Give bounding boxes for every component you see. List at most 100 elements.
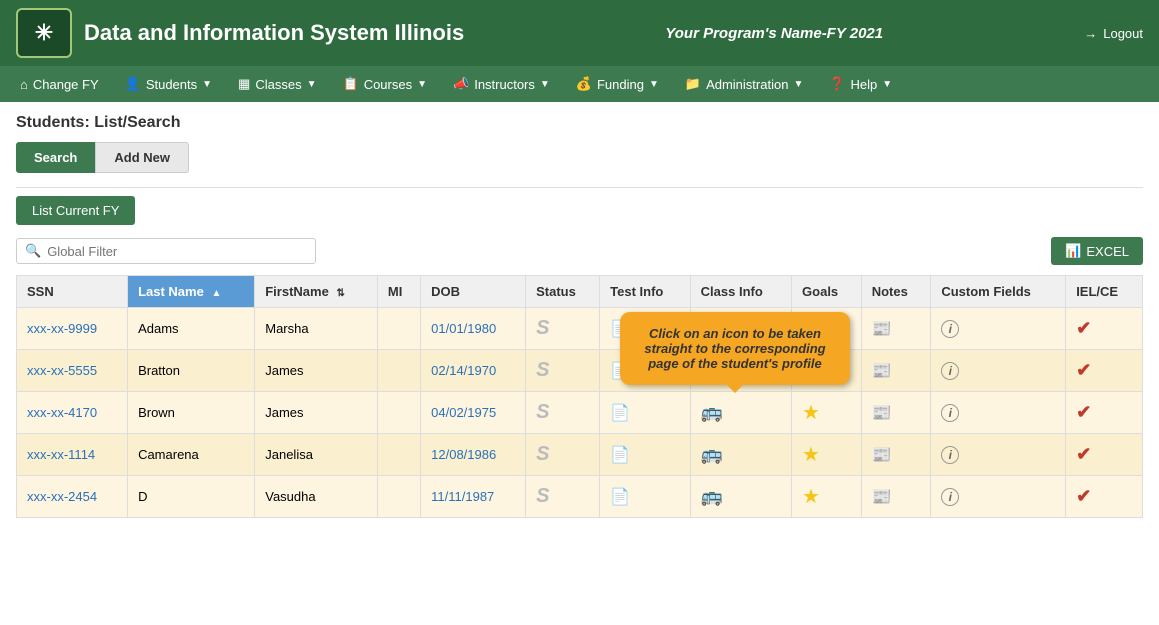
cell-testinfo: 📄 [600,476,690,518]
ielce-icon[interactable]: ✔ [1076,360,1091,380]
classinfo-icon[interactable]: 🚌 [701,486,723,507]
search-row: 🔍 📊 EXCEL [16,237,1143,265]
cell-customfields: i [931,392,1066,434]
status-icon[interactable]: S [536,317,549,339]
notes-icon[interactable]: 📰 [872,361,892,381]
col-ielce[interactable]: IEL/CE [1066,276,1143,308]
add-new-button[interactable]: Add New [95,142,189,173]
ssn-link[interactable]: xxx-xx-2454 [27,489,97,504]
notes-icon[interactable]: 📰 [872,487,892,507]
cell-goals: ★ [792,476,862,518]
instructors-icon: 📣 [453,76,469,92]
chevron-down-icon: ▼ [307,79,317,90]
nav-item-funding[interactable]: 💰 Funding ▼ [564,66,671,102]
ielce-icon[interactable]: ✔ [1076,486,1091,506]
ssn-link[interactable]: xxx-xx-9999 [27,321,97,336]
chevron-down-icon: ▼ [649,79,659,90]
search-input[interactable] [47,244,307,259]
goals-icon[interactable]: ★ [802,444,820,466]
customfields-icon[interactable]: i [941,488,959,506]
search-button[interactable]: Search [16,142,95,173]
col-mi[interactable]: MI [377,276,420,308]
search-input-wrap[interactable]: 🔍 [16,238,316,264]
col-lastname[interactable]: Last Name ▲ [128,276,255,308]
cell-firstname: James [255,350,378,392]
ssn-link[interactable]: xxx-xx-4170 [27,405,97,420]
col-notes[interactable]: Notes [861,276,931,308]
col-goals[interactable]: Goals [792,276,862,308]
nav-item-students[interactable]: 👤 Students ▼ [113,66,224,102]
cell-ielce: ✔ [1066,434,1143,476]
status-icon[interactable]: S [536,359,549,381]
cell-mi [377,476,420,518]
cell-lastname: Camarena [128,434,255,476]
cell-dob: 11/11/1987 [421,476,526,518]
classinfo-icon[interactable]: 🚌 [701,444,723,465]
nav-item-changefy[interactable]: ⌂ Change FY [8,67,111,102]
testinfo-icon[interactable]: 📄 [610,403,630,423]
status-icon[interactable]: S [536,401,549,423]
customfields-icon[interactable]: i [941,404,959,422]
nav-item-instructors[interactable]: 📣 Instructors ▼ [441,66,562,102]
col-ssn[interactable]: SSN [17,276,128,308]
col-classinfo[interactable]: Class Info [690,276,791,308]
students-table: SSN Last Name ▲ FirstName ⇅ MI DOB Statu… [16,275,1143,518]
logout-button[interactable]: → Logout [1084,26,1143,41]
customfields-icon[interactable]: i [941,362,959,380]
nav-item-courses[interactable]: 📋 Courses ▼ [331,66,440,102]
status-icon[interactable]: S [536,485,549,507]
logout-label[interactable]: Logout [1103,26,1143,41]
col-testinfo[interactable]: Test Info [600,276,690,308]
excel-button[interactable]: 📊 EXCEL [1051,237,1143,265]
testinfo-icon[interactable]: 📄 [610,487,630,507]
customfields-icon[interactable]: i [941,320,959,338]
ielce-icon[interactable]: ✔ [1076,444,1091,464]
nav-item-classes[interactable]: ▦ Classes ▼ [226,66,328,102]
excel-icon: 📊 [1065,243,1081,259]
ielce-icon[interactable]: ✔ [1076,318,1091,338]
ssn-link[interactable]: xxx-xx-1114 [27,447,95,462]
col-customfields[interactable]: Custom Fields [931,276,1066,308]
list-current-fy-button[interactable]: List Current FY [16,196,135,225]
cell-dob: 12/08/1986 [421,434,526,476]
chevron-down-icon: ▼ [540,79,550,90]
col-status[interactable]: Status [526,276,600,308]
cell-testinfo: 📄 [600,392,690,434]
logo: ✳ [16,8,72,58]
goals-icon[interactable]: ★ [802,402,820,424]
cell-dob: 01/01/1980 [421,308,526,350]
cell-ssn: xxx-xx-1114 [17,434,128,476]
status-icon[interactable]: S [536,443,549,465]
cell-testinfo: 📄 [600,434,690,476]
app-title: Data and Information System Illinois [84,20,464,46]
cell-lastname: D [128,476,255,518]
cell-status: S [526,434,600,476]
col-firstname[interactable]: FirstName ⇅ [255,276,378,308]
testinfo-icon[interactable]: 📄 [610,445,630,465]
ielce-icon[interactable]: ✔ [1076,402,1091,422]
ssn-link[interactable]: xxx-xx-5555 [27,363,97,378]
header-left: ✳ Data and Information System Illinois [16,8,464,58]
notes-icon[interactable]: 📰 [872,445,892,465]
cell-status: S [526,350,600,392]
logout-icon: → [1084,26,1097,41]
goals-icon[interactable]: ★ [802,486,820,508]
notes-icon[interactable]: 📰 [872,319,892,339]
chevron-down-icon: ▼ [202,79,212,90]
cell-customfields: i [931,308,1066,350]
admin-icon: 📁 [685,76,701,92]
nav-item-administration[interactable]: 📁 Administration ▼ [673,66,815,102]
app-header: ✳ Data and Information System Illinois Y… [0,0,1159,66]
cell-customfields: i [931,476,1066,518]
cell-notes: 📰 [861,308,931,350]
cell-goals: ★ [792,434,862,476]
col-dob[interactable]: DOB [421,276,526,308]
cell-ssn: xxx-xx-2454 [17,476,128,518]
classes-icon: ▦ [238,76,250,92]
table-row: xxx-xx-9999 Adams Marsha 01/01/1980 S 📄 … [17,308,1143,350]
nav-item-help[interactable]: ❓ Help ▼ [817,66,904,102]
notes-icon[interactable]: 📰 [872,403,892,423]
table-row: xxx-xx-2454 D Vasudha 11/11/1987 S 📄 🚌 ★… [17,476,1143,518]
customfields-icon[interactable]: i [941,446,959,464]
classinfo-icon[interactable]: 🚌 [701,402,723,423]
